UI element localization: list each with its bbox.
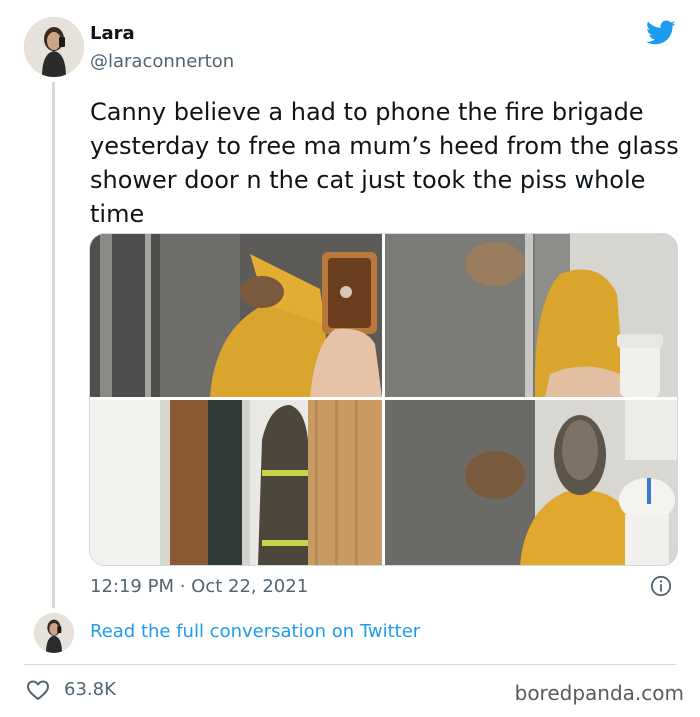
avatar-image [24,17,84,77]
tweet-photo-1[interactable] [90,234,382,397]
like-count: 63.8K [64,679,116,700]
twitter-bird-icon[interactable] [646,20,676,46]
user-display-name[interactable]: Lara [90,23,135,44]
avatar[interactable] [24,17,84,77]
info-icon[interactable] [650,575,672,597]
tweet-photo-3[interactable] [90,400,382,565]
read-full-conversation-link[interactable]: Read the full conversation on Twitter [90,621,420,642]
avatar-small[interactable] [34,613,74,653]
media-grid [89,233,678,566]
tweet-text: Canny believe a had to phone the fire br… [90,98,679,228]
thread-line [52,82,55,608]
avatar-small-image [34,613,74,653]
user-handle[interactable]: @laraconnerton [90,51,234,72]
divider [24,664,676,665]
watermark: boredpanda.com [514,681,684,705]
tweet-timestamp[interactable]: 12:19 PM · Oct 22, 2021 [90,576,308,597]
tweet-photo-4[interactable] [385,400,677,565]
heart-icon[interactable] [26,679,50,701]
tweet-photo-2[interactable] [385,234,677,397]
